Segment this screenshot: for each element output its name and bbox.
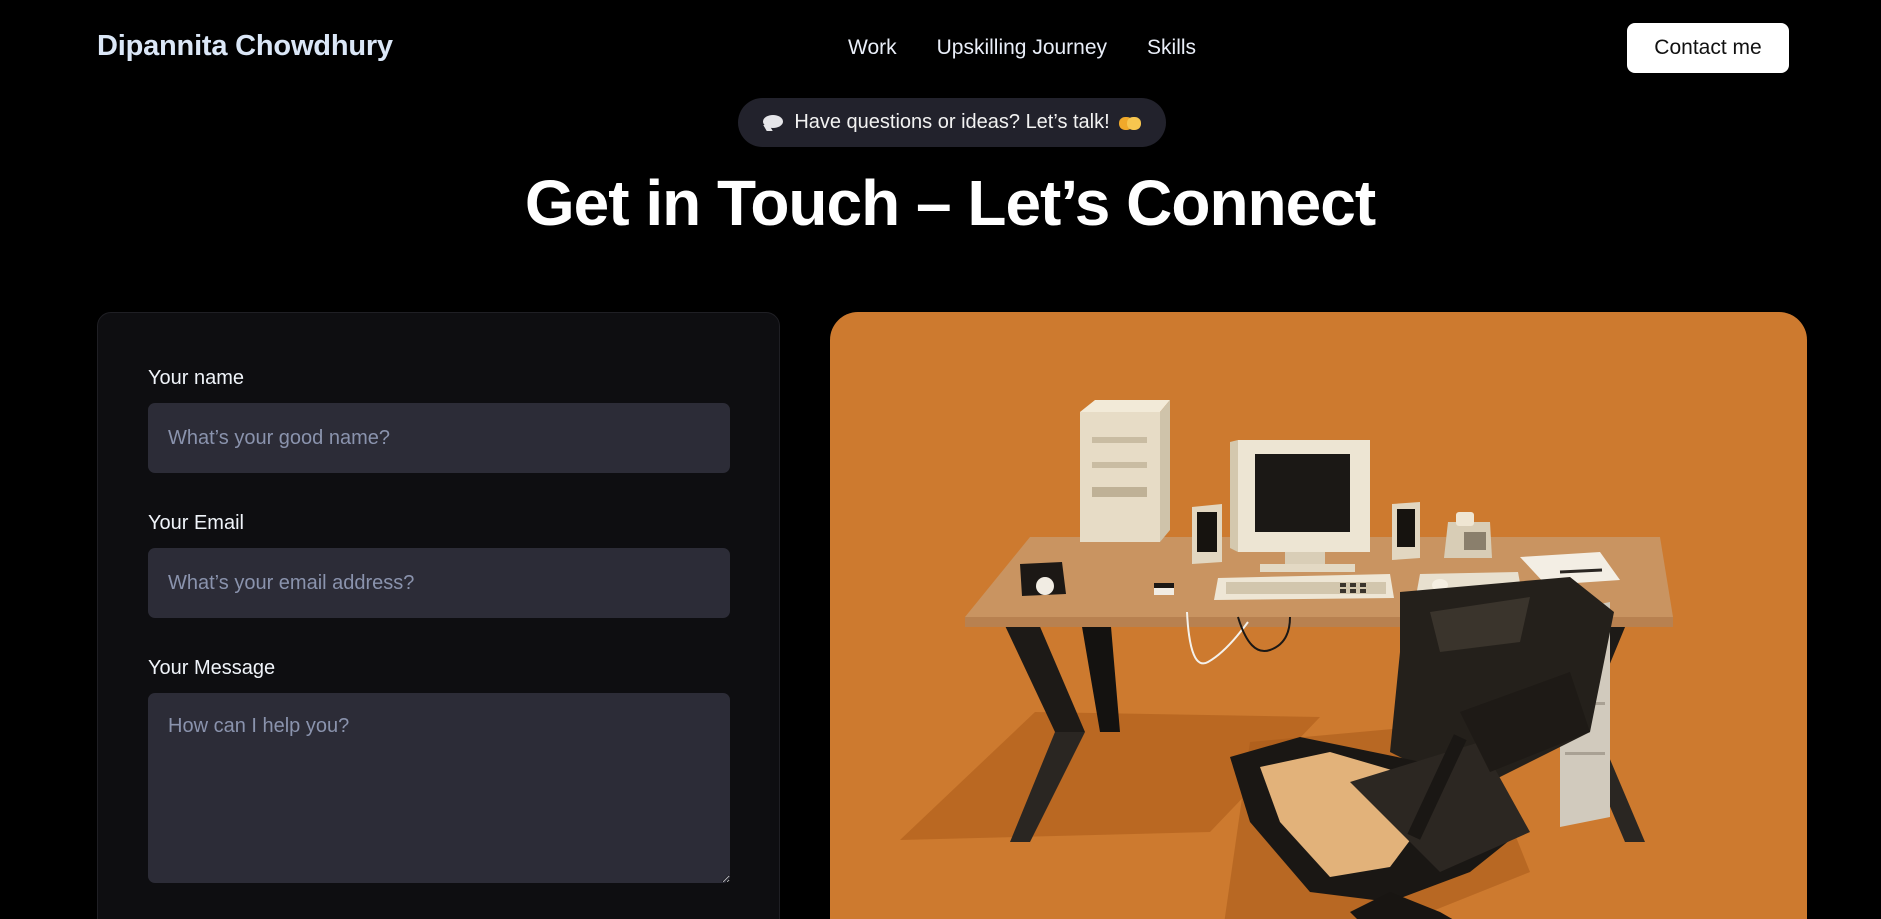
speech-bubble-icon bbox=[763, 114, 785, 131]
name-input[interactable] bbox=[148, 403, 730, 473]
email-label: Your Email bbox=[148, 512, 244, 534]
brand-logo-text[interactable]: Dipannita Chowdhury bbox=[97, 30, 393, 63]
email-input[interactable] bbox=[148, 548, 730, 618]
page-title: Get in Touch – Let’s Connect bbox=[524, 167, 1376, 239]
nav-work-link[interactable]: Work bbox=[848, 36, 897, 60]
retro-desk-3d-illustration bbox=[900, 400, 1673, 919]
top-navbar: Dipannita Chowdhury Work Upskilling Jour… bbox=[0, 0, 1881, 98]
desk-illustration-card bbox=[830, 312, 1807, 919]
main-nav: Work Upskilling Journey Skills bbox=[848, 36, 1196, 60]
name-label: Your name bbox=[148, 367, 244, 389]
message-textarea[interactable] bbox=[148, 693, 730, 883]
contact-me-button[interactable]: Contact me bbox=[1627, 23, 1789, 73]
handshake-icon bbox=[1118, 114, 1141, 132]
pill-text: Have questions or ideas? Let’s talk! bbox=[794, 111, 1110, 133]
nav-skills-link[interactable]: Skills bbox=[1147, 36, 1196, 60]
talk-pill-badge: Have questions or ideas? Let’s talk! bbox=[738, 98, 1166, 147]
nav-upskilling-journey-link[interactable]: Upskilling Journey bbox=[937, 36, 1107, 60]
message-label: Your Message bbox=[148, 657, 276, 679]
contact-form: Your name Your Email Your Message bbox=[97, 312, 780, 919]
contact-page: Dipannita Chowdhury Work Upskilling Jour… bbox=[0, 0, 1881, 919]
